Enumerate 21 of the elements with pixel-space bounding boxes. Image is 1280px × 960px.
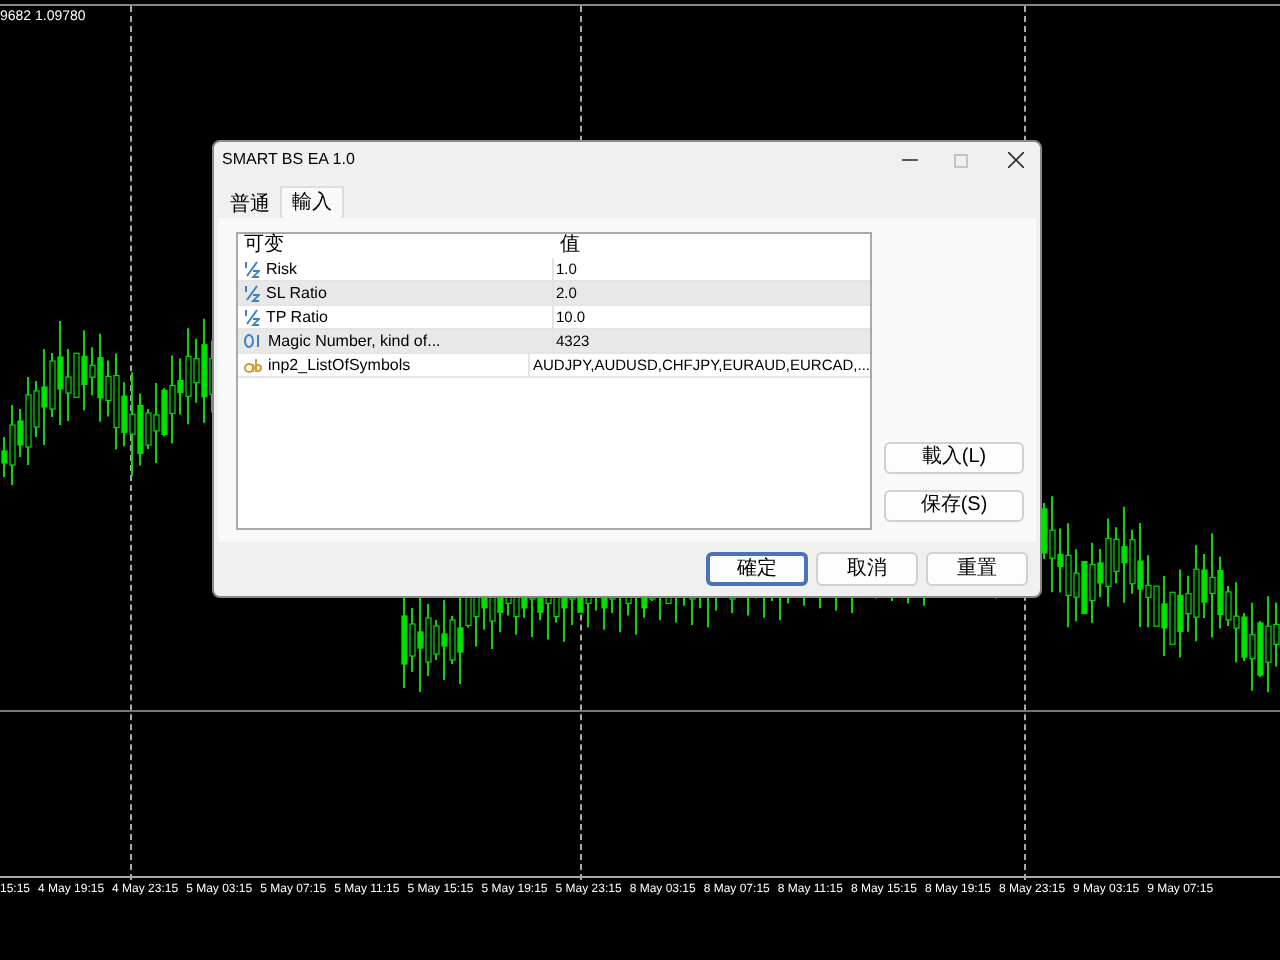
dialog-button[interactable]: 取消 xyxy=(816,552,918,586)
fraction-icon xyxy=(244,308,260,326)
digits-icon xyxy=(244,334,262,348)
table-cell: Risk xyxy=(266,261,298,277)
dialog-button[interactable]: 重置 xyxy=(926,552,1028,586)
window-title: SMART BS EA 1.0 xyxy=(222,148,357,172)
table-cell: SL Ratio xyxy=(266,285,327,301)
column-header: 值 xyxy=(558,236,582,256)
fraction-icon xyxy=(244,284,260,302)
close-icon[interactable] xyxy=(1008,152,1024,168)
fraction-icon xyxy=(244,260,260,278)
side-button[interactable]: 載入(L) xyxy=(884,442,1024,474)
table-cell: inp2_ListOfSymbols xyxy=(268,357,411,373)
side-button[interactable]: 保存(S) xyxy=(884,490,1024,522)
dialog-button[interactable]: 確定 xyxy=(706,552,808,586)
tab[interactable]: 普通 xyxy=(220,192,280,218)
letters-icon xyxy=(244,357,262,373)
table-cell: TP Ratio xyxy=(266,309,328,325)
table-cell: Magic Number, kind of... xyxy=(268,333,441,349)
column-header: 可变 xyxy=(242,236,286,256)
tab[interactable]: 輸入 xyxy=(280,186,344,218)
